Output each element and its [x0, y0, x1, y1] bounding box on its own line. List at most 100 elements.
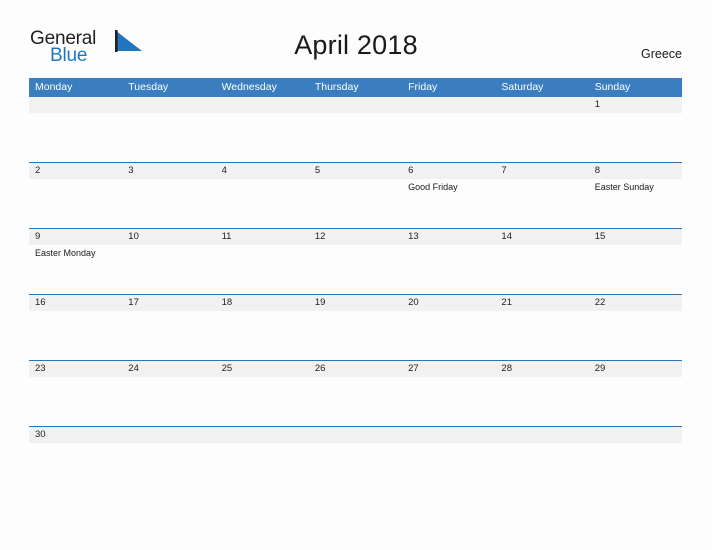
day-events — [29, 311, 122, 313]
day-number-band: 13 — [402, 229, 496, 245]
weekday-header-wednesday: Wednesday — [221, 81, 277, 93]
calendar-day-cell[interactable]: 19 — [308, 295, 403, 360]
day-number-band: 20 — [402, 295, 496, 311]
day-events — [495, 311, 588, 313]
day-events — [29, 377, 122, 379]
day-events — [495, 113, 588, 115]
holiday-label: Good Friday — [408, 182, 458, 192]
day-events — [589, 443, 682, 445]
calendar-day-cell[interactable]: 6 Good Friday — [402, 163, 496, 228]
calendar-day-cell[interactable]: 25 — [215, 361, 309, 426]
calendar-day-cell[interactable]: 16 — [29, 295, 123, 360]
day-events — [589, 113, 682, 115]
calendar-day-cell[interactable]: 22 — [588, 295, 682, 360]
calendar-day-cell[interactable]: 10 — [122, 229, 216, 294]
calendar-day-cell[interactable]: 13 — [402, 229, 496, 294]
calendar-week-row: 1 — [29, 97, 682, 162]
day-events — [589, 245, 682, 247]
day-number: 1 — [594, 99, 600, 110]
day-number-band: 10 — [122, 229, 216, 245]
calendar-day-cell[interactable]: 20 — [402, 295, 496, 360]
calendar-week-cells: 23 24 25 26 27 28 29 — [29, 361, 682, 426]
day-number: 20 — [408, 297, 419, 308]
day-events — [309, 311, 402, 313]
calendar-day-cell[interactable]: 21 — [495, 295, 589, 360]
calendar-day-cell[interactable]: 24 — [122, 361, 216, 426]
calendar-day-cell[interactable]: 11 — [215, 229, 309, 294]
day-number-band — [588, 427, 682, 443]
calendar-day-cell[interactable]: 18 — [215, 295, 309, 360]
calendar-day-cell[interactable]: 3 — [122, 163, 216, 228]
day-number: 14 — [501, 231, 512, 242]
day-number: 18 — [221, 297, 233, 308]
day-events — [309, 443, 402, 445]
calendar-day-cell[interactable]: 12 — [308, 229, 403, 294]
day-number-band — [495, 427, 589, 443]
calendar-day-cell-empty — [29, 97, 123, 162]
page-title: April 2018 — [294, 30, 418, 60]
day-events — [122, 179, 215, 181]
day-number-band: 8 — [588, 163, 682, 179]
day-number-band — [122, 97, 216, 113]
calendar-week-cells: 30 — [29, 427, 682, 457]
calendar-day-cell[interactable]: 7 — [495, 163, 589, 228]
day-events: Easter Monday — [29, 245, 122, 259]
calendar-day-cell[interactable]: 29 — [588, 361, 682, 426]
day-events — [122, 377, 215, 379]
day-events — [29, 179, 122, 181]
day-number-band: 23 — [29, 361, 123, 377]
calendar-week-row: 2 3 4 5 6 Good Friday 7 8 Easter Sunday — [29, 162, 682, 228]
day-number-band: 14 — [495, 229, 589, 245]
weekday-header-row: Monday Tuesday Wednesday Thursday Friday… — [29, 78, 682, 97]
calendar-day-cell-empty — [215, 97, 309, 162]
day-number: 27 — [408, 363, 419, 374]
day-number-band: 17 — [122, 295, 216, 311]
calendar-day-cell-empty — [308, 427, 403, 457]
calendar-week-row: 30 — [29, 426, 682, 457]
day-number-band: 9 — [29, 229, 123, 245]
day-number-band — [402, 427, 496, 443]
calendar-day-cell[interactable]: 23 — [29, 361, 123, 426]
calendar-day-cell[interactable]: 28 — [495, 361, 589, 426]
day-number: 11 — [221, 231, 232, 242]
weekday-header-thursday: Thursday — [314, 81, 359, 93]
day-number-band: 5 — [308, 163, 403, 179]
calendar-day-cell[interactable]: 8 Easter Sunday — [588, 163, 682, 228]
calendar-day-cell[interactable]: 26 — [308, 361, 403, 426]
calendar-day-cell-empty — [495, 427, 589, 457]
calendar-day-cell[interactable]: 14 — [495, 229, 589, 294]
day-number-band: 21 — [495, 295, 589, 311]
day-events — [29, 113, 122, 115]
day-number-band: 22 — [588, 295, 682, 311]
calendar-day-cell-empty — [588, 427, 682, 457]
calendar-week-row: 16 17 18 19 20 21 22 — [29, 294, 682, 360]
calendar-week-row: 9 Easter Monday 10 11 12 13 14 15 — [29, 228, 682, 294]
calendar-day-cell[interactable]: 15 — [588, 229, 682, 294]
day-number-band: 29 — [588, 361, 682, 377]
calendar-day-cell[interactable]: 1 — [588, 97, 682, 162]
day-events — [495, 179, 588, 181]
calendar-weeks: 1 2 3 4 5 6 Good Friday 7 8 Easter Sunday 9 Easter … — [29, 97, 682, 457]
day-number: 13 — [408, 231, 419, 242]
day-number-band: 7 — [495, 163, 589, 179]
day-events — [495, 377, 588, 379]
day-events — [495, 443, 588, 445]
calendar-day-cell[interactable]: 2 — [29, 163, 123, 228]
day-number: 17 — [128, 297, 139, 308]
calendar-day-cell[interactable]: 5 — [308, 163, 403, 228]
day-events: Good Friday — [402, 179, 495, 193]
day-number: 7 — [501, 165, 507, 176]
calendar-week-cells: 9 Easter Monday 10 11 12 13 14 15 — [29, 229, 682, 294]
calendar-day-cell[interactable]: 9 Easter Monday — [29, 229, 123, 294]
day-number: 9 — [35, 231, 41, 242]
calendar-day-cell[interactable]: 17 — [122, 295, 216, 360]
calendar-day-cell[interactable]: 30 — [29, 427, 123, 457]
day-number: 6 — [408, 165, 414, 176]
day-number: 26 — [314, 363, 326, 374]
day-events — [122, 113, 215, 115]
calendar-day-cell-empty — [122, 427, 216, 457]
calendar-day-cell[interactable]: 4 — [215, 163, 309, 228]
day-number: 29 — [594, 363, 606, 374]
day-number: 10 — [128, 231, 139, 242]
calendar-day-cell[interactable]: 27 — [402, 361, 496, 426]
